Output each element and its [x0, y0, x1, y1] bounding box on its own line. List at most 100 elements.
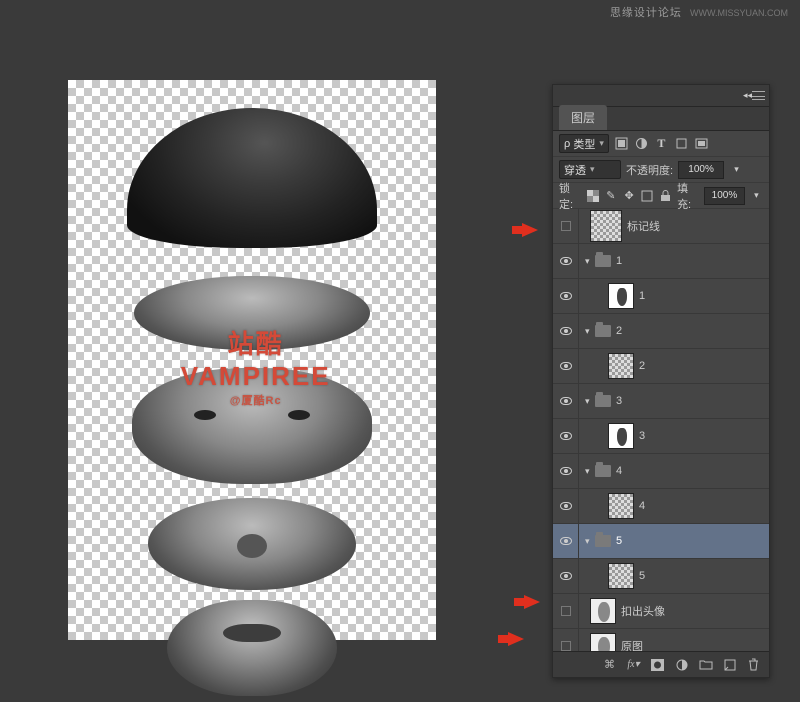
- layer-name[interactable]: 1: [616, 255, 622, 267]
- group-icon[interactable]: [698, 657, 713, 672]
- layer-group-row[interactable]: ▾3: [553, 384, 769, 419]
- visibility-toggle[interactable]: [553, 559, 579, 593]
- layer-row[interactable]: 4: [553, 489, 769, 524]
- eye-icon: [560, 572, 572, 580]
- adjust-icon[interactable]: [674, 657, 689, 672]
- layer-row[interactable]: 标记线: [553, 209, 769, 244]
- filter-smart-icon[interactable]: [694, 136, 709, 151]
- watermark-main: 思缘设计论坛: [610, 7, 682, 19]
- new-layer-icon[interactable]: [722, 657, 737, 672]
- layer-row[interactable]: 2: [553, 349, 769, 384]
- layer-filter-row: ρ 类型 T: [553, 131, 769, 157]
- lock-all-icon[interactable]: [659, 188, 672, 203]
- visibility-toggle[interactable]: [553, 244, 579, 278]
- visibility-toggle[interactable]: [553, 594, 579, 628]
- folder-icon: [595, 535, 611, 547]
- layer-name[interactable]: 扣出头像: [621, 603, 665, 619]
- lock-transparency-icon[interactable]: [586, 188, 599, 203]
- layer-group-row[interactable]: ▾2: [553, 314, 769, 349]
- layer-row[interactable]: 5: [553, 559, 769, 594]
- tab-layers-label: 图层: [571, 111, 595, 125]
- layer-name[interactable]: 4: [639, 500, 645, 512]
- lock-artboard-icon[interactable]: [641, 188, 654, 203]
- layer-thumbnail[interactable]: [608, 423, 634, 449]
- panel-titlebar: ◂◂: [553, 85, 769, 107]
- eye-icon: [560, 502, 572, 510]
- layer-group-row[interactable]: ▾4: [553, 454, 769, 489]
- layer-name[interactable]: 5: [639, 570, 645, 582]
- panel-menu-icon[interactable]: [752, 91, 765, 100]
- opacity-label: 不透明度:: [626, 162, 673, 178]
- tab-layers[interactable]: 图层: [559, 105, 607, 130]
- annotation-arrow-2: [524, 595, 540, 609]
- visibility-toggle[interactable]: [553, 419, 579, 453]
- layer-name[interactable]: 3: [616, 395, 622, 407]
- group-caret-icon[interactable]: ▾: [585, 326, 595, 337]
- folder-icon: [595, 395, 611, 407]
- document-canvas[interactable]: 站酷 VAMPIREE @厦酷Rc: [68, 80, 436, 640]
- visibility-toggle[interactable]: [553, 209, 579, 243]
- opacity-value[interactable]: 100%: [678, 161, 724, 179]
- filter-type-icon[interactable]: T: [654, 136, 669, 151]
- filter-shape-icon[interactable]: [674, 136, 689, 151]
- group-caret-icon[interactable]: ▾: [585, 256, 595, 267]
- layers-list[interactable]: 标记线▾11▾22▾33▾44▾55扣出头像原图: [553, 209, 769, 651]
- group-caret-icon[interactable]: ▾: [585, 536, 595, 547]
- blend-mode-select[interactable]: 穿透: [559, 160, 621, 179]
- visibility-toggle[interactable]: [553, 524, 579, 558]
- lips: [223, 624, 281, 642]
- visibility-toggle[interactable]: [553, 314, 579, 348]
- visibility-toggle[interactable]: [553, 279, 579, 313]
- layer-row[interactable]: 1: [553, 279, 769, 314]
- visibility-toggle[interactable]: [553, 489, 579, 523]
- layer-thumbnail[interactable]: [608, 493, 634, 519]
- lock-position-icon[interactable]: ✥: [622, 188, 635, 203]
- eye-icon: [560, 537, 572, 545]
- opacity-dropdown-icon[interactable]: ▾: [729, 162, 744, 177]
- layer-thumbnail[interactable]: [590, 598, 616, 624]
- layer-name[interactable]: 3: [639, 430, 645, 442]
- fx-icon[interactable]: fx▾: [626, 657, 641, 672]
- layer-name[interactable]: 原图: [621, 638, 643, 651]
- fill-value[interactable]: 100%: [704, 187, 745, 205]
- eye-left: [194, 410, 216, 420]
- panel-collapse-icon[interactable]: ◂◂: [743, 90, 752, 101]
- visibility-toggle[interactable]: [553, 629, 579, 651]
- head-slice-mouth: [167, 600, 337, 696]
- eye-right: [288, 410, 310, 420]
- trash-icon[interactable]: [746, 657, 761, 672]
- filter-pixel-icon[interactable]: [614, 136, 629, 151]
- layer-row[interactable]: 3: [553, 419, 769, 454]
- layer-thumbnail[interactable]: [590, 210, 622, 242]
- lock-pixels-icon[interactable]: ✎: [604, 188, 617, 203]
- filter-adjust-icon[interactable]: [634, 136, 649, 151]
- layer-thumbnail[interactable]: [608, 563, 634, 589]
- annotation-arrow-1: [522, 223, 538, 237]
- visibility-toggle[interactable]: [553, 454, 579, 488]
- visibility-toggle[interactable]: [553, 349, 579, 383]
- panel-footer: ⌘ fx▾: [553, 651, 769, 677]
- layer-row[interactable]: 原图: [553, 629, 769, 651]
- layer-row[interactable]: 扣出头像: [553, 594, 769, 629]
- layer-group-row[interactable]: ▾1: [553, 244, 769, 279]
- mask-icon[interactable]: [650, 657, 665, 672]
- group-caret-icon[interactable]: ▾: [585, 466, 595, 477]
- fill-dropdown-icon[interactable]: ▾: [750, 188, 763, 203]
- layer-group-row[interactable]: ▾5: [553, 524, 769, 559]
- layer-thumbnail[interactable]: [590, 633, 616, 651]
- layer-name[interactable]: 标记线: [627, 218, 660, 234]
- canvas-transparency-bg: 站酷 VAMPIREE @厦酷Rc: [68, 80, 436, 640]
- layer-name[interactable]: 2: [639, 360, 645, 372]
- visibility-toggle[interactable]: [553, 384, 579, 418]
- filter-kind-select[interactable]: ρ 类型: [559, 134, 609, 153]
- visibility-empty-icon: [561, 606, 571, 616]
- layer-name[interactable]: 5: [616, 535, 622, 547]
- link-icon[interactable]: ⌘: [602, 657, 617, 672]
- layer-thumbnail[interactable]: [608, 283, 634, 309]
- layer-name[interactable]: 1: [639, 290, 645, 302]
- layer-thumbnail[interactable]: [608, 353, 634, 379]
- layer-name[interactable]: 4: [616, 465, 622, 477]
- layer-name[interactable]: 2: [616, 325, 622, 337]
- folder-icon: [595, 465, 611, 477]
- group-caret-icon[interactable]: ▾: [585, 396, 595, 407]
